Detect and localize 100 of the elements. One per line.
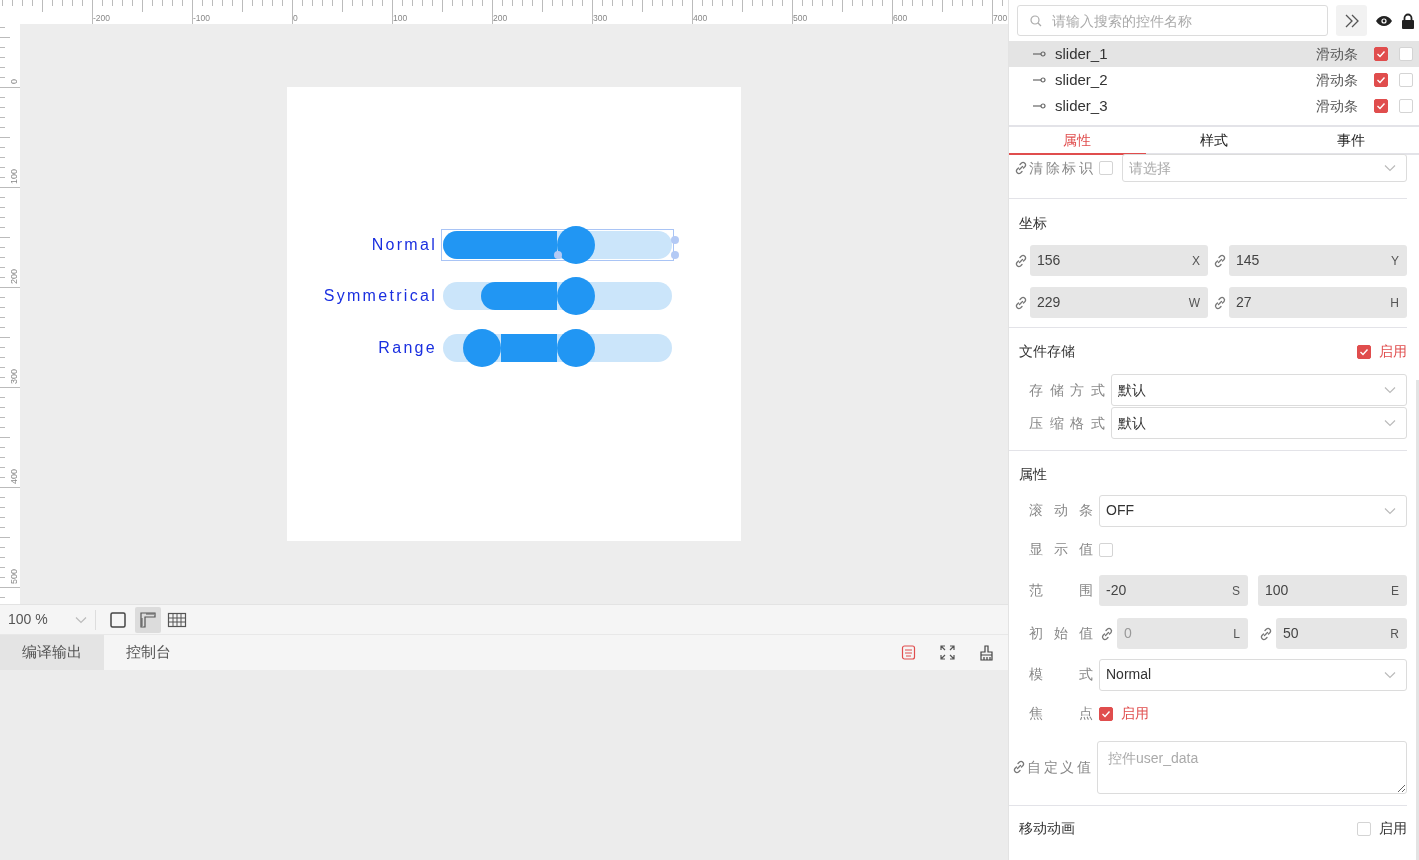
field-label: 范围 xyxy=(1029,581,1093,600)
lock-checkbox[interactable] xyxy=(1399,73,1413,87)
resize-handle[interactable] xyxy=(554,251,562,259)
widget-list-item[interactable]: slider_2 滑动条 xyxy=(1009,67,1419,93)
ruler-label: 600 xyxy=(893,13,908,23)
number-field[interactable]: 27 H xyxy=(1229,287,1407,318)
link-icon[interactable] xyxy=(1013,160,1029,176)
slider-thumb[interactable] xyxy=(556,277,595,315)
widget-list-item[interactable]: slider_1 滑动条 xyxy=(1009,41,1419,67)
checkbox-label: 启用 xyxy=(1379,342,1407,361)
collapse-button[interactable] xyxy=(1336,5,1367,36)
chevron-down-icon xyxy=(1384,164,1396,172)
lock-icon[interactable] xyxy=(1401,12,1415,29)
check-icon xyxy=(1359,347,1369,356)
lock-checkbox[interactable] xyxy=(1399,99,1413,113)
link-icon[interactable] xyxy=(1212,252,1228,269)
eye-icon[interactable] xyxy=(1375,14,1393,27)
ruler-label: 0 xyxy=(293,13,298,23)
search-icon xyxy=(1030,15,1042,27)
check-icon xyxy=(1376,50,1386,58)
output-tab[interactable]: 编译输出 xyxy=(0,635,104,670)
visibility-checkbox[interactable] xyxy=(1374,73,1388,87)
ruler-button[interactable] xyxy=(134,606,161,633)
ruler-label: -100 xyxy=(193,13,210,23)
number-field[interactable]: 229 W xyxy=(1030,287,1208,318)
zoom-select[interactable]: 100 % xyxy=(0,609,96,630)
check-icon xyxy=(1101,709,1111,718)
ruler-label: -200 xyxy=(93,13,110,23)
slider-icon xyxy=(1033,51,1047,57)
slider-fill xyxy=(500,334,557,362)
checkbox[interactable] xyxy=(1099,706,1113,721)
lock-checkbox[interactable] xyxy=(1399,47,1413,61)
ruler-label: 100 xyxy=(9,168,19,184)
number-field[interactable]: 50 R xyxy=(1276,618,1407,649)
section-title: 移动动画 xyxy=(1019,819,1076,838)
field-label: 存储方式 xyxy=(1029,380,1105,400)
visibility-checkbox[interactable] xyxy=(1374,99,1388,113)
field-label: 压缩格式 xyxy=(1029,413,1105,433)
link-icon[interactable] xyxy=(1013,252,1029,269)
dropdown[interactable]: OFF xyxy=(1099,494,1407,527)
field-label: 显示值 xyxy=(1029,540,1093,559)
dropdown[interactable]: 默认 xyxy=(1111,374,1407,406)
slider-thumb[interactable] xyxy=(556,329,595,367)
ruler-label: 200 xyxy=(493,13,508,23)
ruler-label: 200 xyxy=(9,268,19,284)
slider-thumb[interactable] xyxy=(462,329,501,367)
ruler-label: 500 xyxy=(9,568,19,584)
ruler-label: 100 xyxy=(393,13,408,23)
visibility-checkbox[interactable] xyxy=(1374,47,1388,61)
ruler-label: 400 xyxy=(693,13,708,23)
field-label: 清除标识 xyxy=(1029,158,1093,178)
double-chevron-icon xyxy=(1343,13,1360,28)
dropdown[interactable]: 默认 xyxy=(1111,407,1407,439)
field-label: 焦点 xyxy=(1029,704,1093,723)
link-icon[interactable] xyxy=(1212,294,1228,311)
checkbox[interactable] xyxy=(1357,344,1371,359)
search-field[interactable]: 请输入搜索的控件名称 xyxy=(1017,5,1328,36)
link-icon[interactable] xyxy=(1013,294,1029,311)
number-field[interactable]: 100 E xyxy=(1258,575,1407,606)
chevron-down-icon xyxy=(75,615,87,624)
number-field[interactable]: -20 S xyxy=(1099,575,1248,606)
slider-thumb[interactable] xyxy=(556,226,595,264)
check-icon xyxy=(1376,76,1386,84)
text-area[interactable]: 控件user_data xyxy=(1097,740,1407,794)
panel-tab[interactable]: 事件 xyxy=(1282,127,1419,155)
slider-label: Symmetrical xyxy=(322,286,437,306)
brush-icon[interactable] xyxy=(979,644,994,661)
checkbox-label: 启用 xyxy=(1121,704,1149,723)
chevron-down-icon xyxy=(1384,386,1396,394)
ruler-label: 500 xyxy=(793,13,808,23)
section-title: 属性 xyxy=(1019,465,1048,484)
slider-label: Normal xyxy=(370,235,437,255)
ruler-label: 0 xyxy=(9,79,19,84)
ruler-label: 300 xyxy=(9,368,19,384)
dropdown[interactable]: Normal xyxy=(1099,658,1407,691)
link-icon[interactable] xyxy=(1011,759,1027,775)
panel-tab[interactable]: 样式 xyxy=(1145,127,1283,155)
number-field[interactable]: 156 X xyxy=(1030,245,1208,276)
chevron-down-icon xyxy=(1384,419,1396,427)
chevron-down-icon xyxy=(1384,506,1396,515)
chevron-down-icon xyxy=(1384,670,1396,679)
output-tab[interactable]: 控制台 xyxy=(104,635,193,670)
number-field[interactable]: 145 Y xyxy=(1229,245,1407,276)
section-title: 坐标 xyxy=(1018,214,1048,233)
ruler-label: 700 xyxy=(993,13,1008,23)
ruler-label: 400 xyxy=(9,468,19,484)
section-title: 文件存储 xyxy=(1019,342,1076,361)
check-icon xyxy=(1376,102,1386,110)
slider-icon xyxy=(1033,103,1047,109)
field-label: 初始值 xyxy=(1029,624,1093,643)
field-label: 模式 xyxy=(1029,665,1093,684)
field-label: 滚动条 xyxy=(1029,501,1093,520)
fullscreen-icon[interactable] xyxy=(940,645,955,660)
link-icon[interactable] xyxy=(1258,625,1274,642)
ruler-label: 300 xyxy=(593,13,608,23)
field-label: 自定义值 xyxy=(1027,757,1091,777)
document-icon[interactable] xyxy=(901,645,916,660)
checkbox-label: 启用 xyxy=(1379,819,1407,838)
widget-list-item[interactable]: slider_3 滑动条 xyxy=(1009,93,1419,119)
slider-icon xyxy=(1033,77,1047,83)
